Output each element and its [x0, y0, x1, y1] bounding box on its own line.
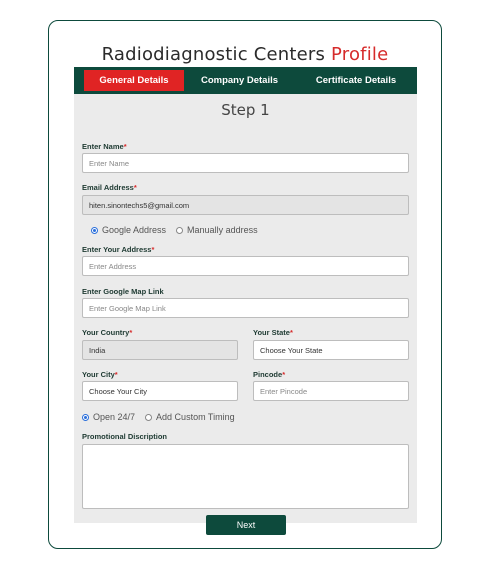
next-button[interactable]: Next: [206, 515, 286, 535]
email-label: Email Address*: [82, 183, 137, 192]
open-24-7-radio[interactable]: [82, 413, 89, 421]
promo-label: Promotional Discription: [82, 432, 168, 441]
manual-address-label: Manually address: [187, 225, 258, 235]
form-panel: Step 1 Enter Name* Enter Name Email Addr…: [74, 94, 417, 535]
promo-textarea[interactable]: [82, 444, 409, 509]
city-select[interactable]: Choose Your City: [82, 381, 238, 401]
page-title: Radiodiagnostic Centers Profile: [49, 44, 441, 65]
tab-certificate-details[interactable]: Certificate Details: [295, 67, 417, 94]
page-title-accent: Profile: [331, 44, 389, 65]
email-field[interactable]: hiten.sinontechs5@gmail.com: [82, 195, 409, 215]
tab-general-details[interactable]: General Details: [84, 70, 184, 91]
name-input[interactable]: Enter Name: [82, 153, 409, 173]
manual-address-radio[interactable]: [176, 226, 184, 234]
address-label: Enter Your Address*: [82, 245, 155, 254]
timing-group: Open 24/7 Add Custom Timing: [82, 412, 245, 422]
address-mode-group: Google Address Manually address: [91, 225, 268, 235]
pincode-input[interactable]: Enter Pincode: [253, 381, 409, 401]
custom-timing-label: Add Custom Timing: [156, 412, 235, 422]
name-label: Enter Name*: [82, 142, 127, 151]
page-title-main: Radiodiagnostic Centers: [101, 44, 326, 65]
pincode-label: Pincode*: [253, 370, 286, 379]
google-address-label: Google Address: [102, 225, 167, 235]
google-address-radio[interactable]: [91, 226, 98, 234]
tab-bar: General Details Company Details Certific…: [74, 67, 417, 94]
country-field[interactable]: India: [82, 340, 238, 360]
city-label: Your City*: [82, 370, 118, 379]
map-link-input[interactable]: Enter Google Map Link: [82, 298, 409, 318]
state-select[interactable]: Choose Your State: [253, 340, 409, 360]
address-input[interactable]: Enter Address: [82, 256, 409, 276]
profile-card: Radiodiagnostic Centers Profile General …: [48, 20, 442, 549]
step-title: Step 1: [221, 101, 270, 119]
map-link-label: Enter Google Map Link: [82, 287, 164, 296]
state-label: Your State*: [253, 328, 293, 337]
open-24-7-label: Open 24/7: [93, 412, 136, 422]
custom-timing-radio[interactable]: [145, 413, 153, 421]
country-label: Your Country*: [82, 328, 133, 337]
tab-company-details[interactable]: Company Details: [184, 67, 295, 94]
